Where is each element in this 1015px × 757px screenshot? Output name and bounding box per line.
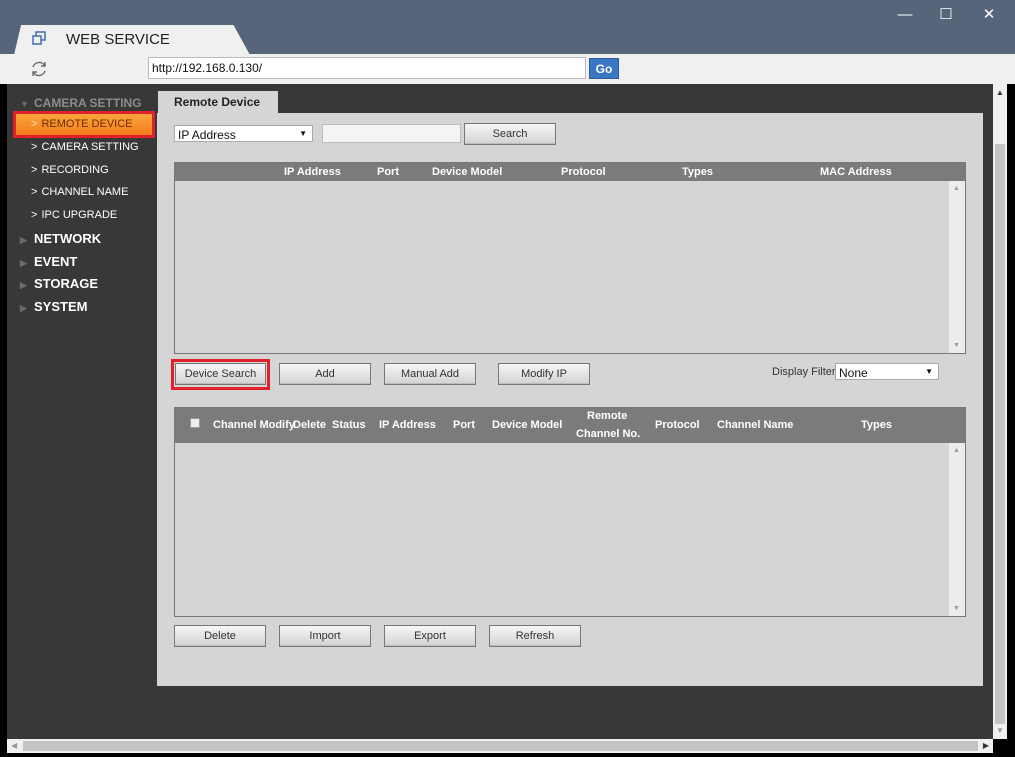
sidebar-item-channel-name[interactable]: > CHANNEL NAME xyxy=(31,186,128,198)
column-header: IP Address xyxy=(284,166,341,178)
collapsed-arrow-icon: ▶ xyxy=(20,258,27,268)
search-type-select[interactable]: IP Address ▼ xyxy=(174,125,313,142)
page-vertical-scrollbar[interactable]: ▲ ▼ xyxy=(993,84,1007,739)
chevron-right-icon: > xyxy=(31,141,38,153)
modify-ip-button[interactable]: Modify IP xyxy=(498,363,590,385)
column-header: Device Model xyxy=(432,166,503,178)
column-header: Types xyxy=(861,419,892,431)
sidebar-group-network[interactable]: ▶ NETWORK xyxy=(20,231,101,246)
scroll-down-icon[interactable]: ▼ xyxy=(953,342,960,349)
scroll-down-icon[interactable]: ▼ xyxy=(953,605,960,612)
column-header: Remote xyxy=(587,410,628,422)
sidebar-item-camera-setting[interactable]: > CAMERA SETTING xyxy=(31,141,139,153)
sidebar-item-recording[interactable]: > RECORDING xyxy=(31,164,109,176)
expanded-arrow-icon: ▼ xyxy=(20,99,29,109)
column-header: Status xyxy=(332,419,366,431)
scroll-up-icon[interactable]: ▲ xyxy=(996,88,1004,97)
column-header: MAC Address xyxy=(820,166,892,178)
page-horizontal-scrollbar[interactable]: ◀ ▶ xyxy=(7,739,993,753)
dropdown-arrow-icon: ▼ xyxy=(299,129,307,138)
device-table-scrollbar[interactable]: ▲ ▼ xyxy=(949,181,965,353)
refresh-button[interactable]: Refresh xyxy=(489,625,581,647)
sidebar-group-event[interactable]: ▶ EVENT xyxy=(20,254,77,269)
device-search-table: IP Address Port Device Model Protocol Ty… xyxy=(174,162,966,354)
import-button[interactable]: Import xyxy=(279,625,371,647)
column-header: Channel Name xyxy=(717,419,794,431)
column-header: Channel Modify xyxy=(213,419,295,431)
display-filter-label: Display Filter xyxy=(772,366,836,378)
column-header: Protocol xyxy=(655,419,700,431)
column-header: Channel No. xyxy=(576,428,641,440)
scroll-up-icon[interactable]: ▲ xyxy=(953,185,960,192)
display-filter-select[interactable]: None ▼ xyxy=(835,363,939,380)
scroll-right-icon[interactable]: ▶ xyxy=(983,741,989,750)
sidebar-group-storage[interactable]: ▶ STORAGE xyxy=(20,276,98,291)
highlight-box-remote-device xyxy=(13,111,155,138)
dropdown-arrow-icon: ▼ xyxy=(925,367,933,376)
search-input[interactable] xyxy=(322,124,461,143)
column-header: Types xyxy=(682,166,713,178)
refresh-icon[interactable] xyxy=(29,59,49,79)
maximize-button[interactable]: ☐ xyxy=(931,5,961,25)
scroll-up-icon[interactable]: ▲ xyxy=(953,447,960,454)
chevron-right-icon: > xyxy=(31,209,38,221)
url-input[interactable] xyxy=(148,57,586,79)
tab-remote-device[interactable]: Remote Device xyxy=(158,91,278,114)
device-table-header: IP Address Port Device Model Protocol Ty… xyxy=(175,163,965,181)
chevron-right-icon: > xyxy=(31,164,38,176)
added-table-header: Channel Modify Delete Status IP Address … xyxy=(175,408,965,443)
column-header: Port xyxy=(453,419,475,431)
scrollbar-thumb[interactable] xyxy=(23,741,978,751)
sidebar-group-camera-setting[interactable]: ▼ CAMERA SETTING xyxy=(20,96,142,110)
column-header: IP Address xyxy=(379,419,436,431)
scroll-down-icon[interactable]: ▼ xyxy=(996,726,1004,735)
sidebar-group-system[interactable]: ▶ SYSTEM xyxy=(20,299,87,314)
column-header: Delete xyxy=(293,419,327,431)
added-device-table: Channel Modify Delete Status IP Address … xyxy=(174,407,966,617)
minimize-button[interactable]: — xyxy=(890,5,920,25)
added-table-scrollbar[interactable]: ▲ ▼ xyxy=(949,443,965,616)
column-header: Device Model xyxy=(492,419,563,431)
go-button[interactable]: Go xyxy=(589,58,619,79)
collapsed-arrow-icon: ▶ xyxy=(20,303,27,313)
export-button[interactable]: Export xyxy=(384,625,476,647)
tab-title: WEB SERVICE xyxy=(66,31,170,48)
search-button[interactable]: Search xyxy=(464,123,556,145)
column-header: Protocol xyxy=(561,166,606,178)
collapsed-arrow-icon: ▶ xyxy=(20,280,27,290)
highlight-box-device-search xyxy=(171,359,270,390)
sidebar-item-ipc-upgrade[interactable]: > IPC UPGRADE xyxy=(31,209,117,221)
collapsed-arrow-icon: ▶ xyxy=(20,235,27,245)
add-button[interactable]: Add xyxy=(279,363,371,385)
close-button[interactable]: ✕ xyxy=(974,5,1004,25)
manual-add-button[interactable]: Manual Add xyxy=(384,363,476,385)
delete-button[interactable]: Delete xyxy=(174,625,266,647)
scroll-left-icon[interactable]: ◀ xyxy=(11,741,17,750)
column-header: Port xyxy=(377,166,399,178)
chevron-right-icon: > xyxy=(31,186,38,198)
scrollbar-thumb[interactable] xyxy=(995,144,1005,724)
select-all-checkbox[interactable] xyxy=(190,418,200,428)
restore-window-icon xyxy=(32,31,46,45)
